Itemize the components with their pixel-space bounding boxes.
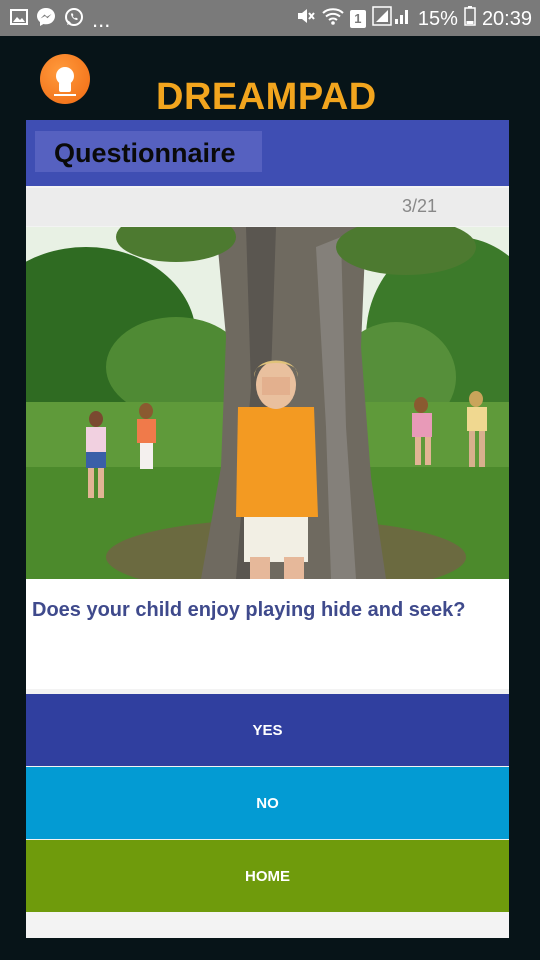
more-notifications: ... bbox=[92, 6, 111, 32]
yes-button[interactable]: YES bbox=[26, 694, 509, 766]
question-area: Does your child enjoy playing hide and s… bbox=[26, 579, 509, 689]
messenger-icon bbox=[36, 7, 56, 32]
sim-indicator: 1 bbox=[349, 10, 366, 28]
app-title: DREAMPAD bbox=[156, 76, 377, 118]
progress-row: 3/21 bbox=[26, 188, 509, 226]
whatsapp-icon bbox=[64, 7, 84, 32]
battery-percent: 15% bbox=[417, 7, 458, 30]
status-bar: ... 1 15% 20:39 bbox=[0, 0, 540, 36]
dreampad-logo bbox=[40, 54, 90, 104]
question-progress: 3/21 bbox=[401, 196, 437, 216]
wifi-icon bbox=[322, 7, 344, 31]
no-button[interactable]: NO bbox=[26, 767, 509, 839]
mute-icon bbox=[296, 6, 316, 32]
questionnaire-header: Questionnaire bbox=[26, 120, 509, 186]
signal-icon bbox=[372, 6, 412, 32]
status-bar-system: 1 15% 20:39 bbox=[296, 6, 532, 32]
home-button[interactable]: HOME bbox=[26, 840, 509, 912]
status-bar-notifications: ... bbox=[10, 7, 110, 32]
questionnaire-title-box: Questionnaire bbox=[35, 131, 262, 172]
battery-icon bbox=[464, 6, 476, 32]
gallery-icon bbox=[10, 9, 28, 30]
clock: 20:39 bbox=[481, 7, 532, 30]
question-image bbox=[26, 227, 509, 579]
question-text: Does your child enjoy playing hide and s… bbox=[32, 599, 466, 621]
questionnaire-title: Questionnaire bbox=[54, 138, 236, 168]
questionnaire-card: Questionnaire 3/21 Does your child enjoy… bbox=[26, 120, 509, 938]
